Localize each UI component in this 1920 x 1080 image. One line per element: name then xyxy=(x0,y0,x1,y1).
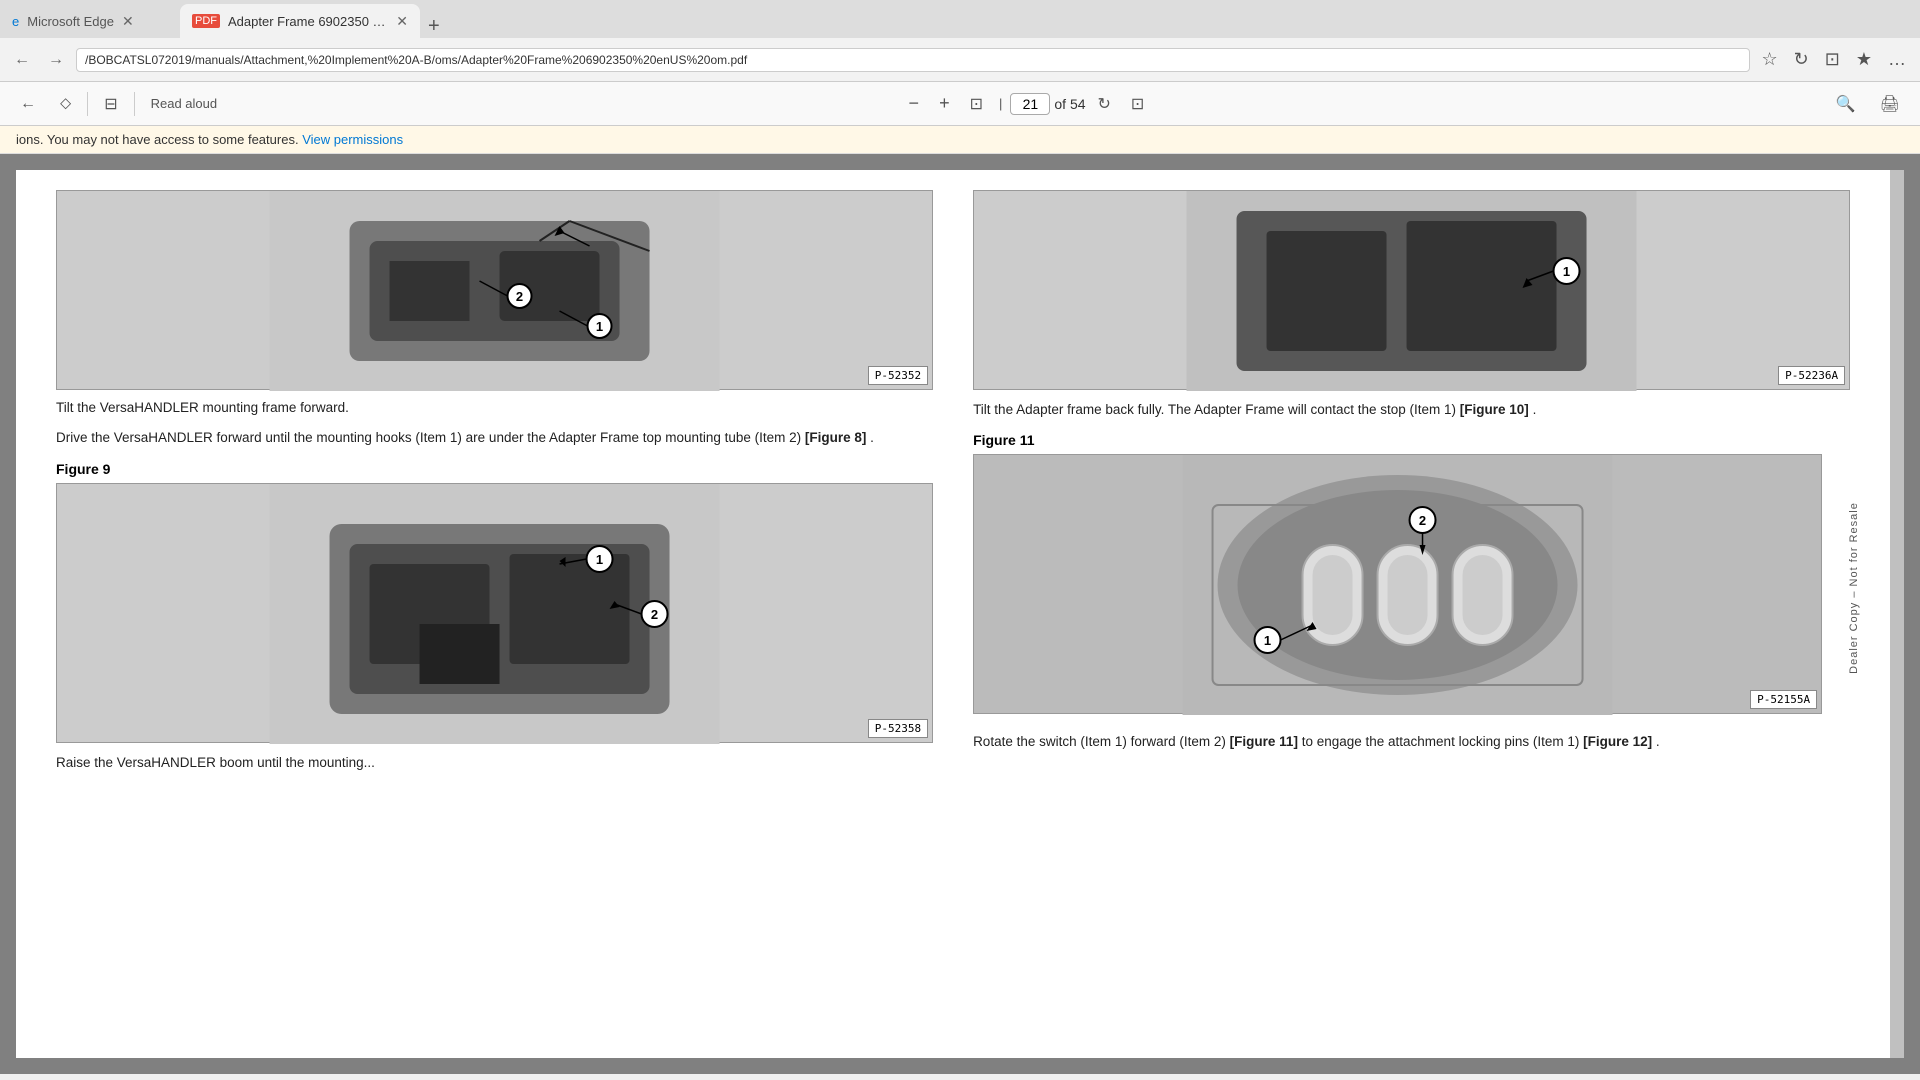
svg-text:1: 1 xyxy=(1264,633,1271,648)
address-input[interactable] xyxy=(76,48,1750,72)
pdf-toolbar: ← ⬦ ⊟ Read aloud − + ⊡ | of 54 ↻ ⊡ 🔍 🖨 xyxy=(0,82,1920,126)
tab-edge[interactable]: e Microsoft Edge ✕ xyxy=(0,4,180,38)
svg-text:1: 1 xyxy=(596,319,603,334)
split-view-button[interactable]: ⊡ xyxy=(1819,45,1846,74)
read-aloud-button[interactable]: Read aloud xyxy=(143,92,226,115)
figure-9-container: 1 2 P-52358 xyxy=(56,483,933,743)
permission-bar: ions. You may not have access to some fe… xyxy=(0,126,1920,154)
page-total: of 54 xyxy=(1054,96,1085,112)
browser-toolbar-icons: ☆ ↻ ⊡ ★ … xyxy=(1756,45,1912,74)
tab-close-edge[interactable]: ✕ xyxy=(122,13,134,30)
page-decrease-button[interactable]: − xyxy=(901,91,928,116)
vertical-scrollbar[interactable] xyxy=(1890,170,1904,1058)
page-increase-button[interactable]: + xyxy=(931,91,958,116)
tab-pdf[interactable]: PDF Adapter Frame 6902350 enUS or... ✕ xyxy=(180,4,420,38)
pdf-toolbar-separator2 xyxy=(134,92,135,116)
pdf-back-button[interactable]: ← xyxy=(12,91,44,117)
rotate-button[interactable]: ↻ xyxy=(1090,90,1119,118)
figure-11-image: 1 2 xyxy=(973,454,1822,714)
page-number-input[interactable] xyxy=(1010,93,1050,115)
svg-text:2: 2 xyxy=(651,607,658,622)
more-button[interactable]: … xyxy=(1882,45,1912,74)
figure-8-image: 1 2 P-52352 xyxy=(56,190,933,390)
figure-10-image: 1 P-52236A xyxy=(973,190,1850,390)
para-drive-versahandler: Drive the VersaHANDLER forward until the… xyxy=(56,428,933,448)
tab-favicon-edge: e xyxy=(12,14,19,29)
figure-8-label: P-52352 xyxy=(868,366,928,385)
figure-8-container: 1 2 P-52352 xyxy=(56,190,933,390)
figure-11-label: P-52155A xyxy=(1750,690,1817,709)
search-button[interactable]: 🔍 xyxy=(1828,90,1864,118)
page-navigation: − + ⊡ | of 54 ↻ ⊡ xyxy=(901,90,1153,118)
pdf-page: 1 2 P-52352 xyxy=(16,170,1904,1058)
pdf-content-area: 1 2 P-52352 xyxy=(0,154,1920,1074)
figure-9-caption: Figure 9 xyxy=(56,461,933,477)
view-permissions-link[interactable]: View permissions xyxy=(302,132,403,147)
browser-window: e Microsoft Edge ✕ PDF Adapter Frame 690… xyxy=(0,0,1920,1074)
figure-8-svg: 1 2 xyxy=(57,191,932,391)
permission-message: ions. You may not have access to some fe… xyxy=(16,132,299,147)
collections-button[interactable]: ★ xyxy=(1850,45,1878,74)
svg-text:1: 1 xyxy=(1563,264,1570,279)
para-tilt-adapter: Tilt the Adapter frame back fully. The A… xyxy=(973,400,1850,420)
figure-11-wrapper: 1 2 xyxy=(973,454,1850,722)
figure-11-svg: 1 2 xyxy=(974,455,1821,715)
new-tab-button[interactable]: + xyxy=(420,15,448,38)
pdf-two-columns: 1 2 P-52352 xyxy=(16,170,1890,1058)
figure-11-container: 1 2 xyxy=(973,454,1822,714)
print-button[interactable]: 🖨 xyxy=(1872,90,1908,118)
figure-9-label: P-52358 xyxy=(868,719,928,738)
figure-10-svg: 1 xyxy=(974,191,1849,391)
figure-9-svg: 1 2 xyxy=(57,484,932,744)
pdf-right-column: 1 P-52236A Tilt the Adapter frame back f… xyxy=(973,190,1850,1038)
svg-text:2: 2 xyxy=(1419,513,1426,528)
svg-text:1: 1 xyxy=(596,552,603,567)
print-icon-button[interactable]: ⊡ xyxy=(1123,90,1152,118)
favorites-star-button[interactable]: ☆ xyxy=(1756,45,1784,74)
figure-11-caption: Figure 11 xyxy=(973,432,1850,448)
refresh-button[interactable]: ↻ xyxy=(1788,45,1815,74)
tab-label-edge: Microsoft Edge xyxy=(27,14,114,29)
figure-10-label: P-52236A xyxy=(1778,366,1845,385)
figure-10-container: 1 P-52236A xyxy=(973,190,1850,390)
pdf-left-column: 1 2 P-52352 xyxy=(56,190,933,1038)
tab-favicon-pdf: PDF xyxy=(192,14,220,28)
tab-label-pdf: Adapter Frame 6902350 enUS or... xyxy=(228,14,388,29)
tab-bar: e Microsoft Edge ✕ PDF Adapter Frame 690… xyxy=(0,0,1920,38)
fit-page-button[interactable]: ⊡ xyxy=(962,90,991,118)
para-rotate-switch: Rotate the switch (Item 1) forward (Item… xyxy=(973,732,1850,752)
tab-close-pdf[interactable]: ✕ xyxy=(396,13,408,30)
pdf-layout-button[interactable]: ⊟ xyxy=(96,90,125,118)
para-tilt-versahandler: Tilt the VersaHANDLER mounting frame for… xyxy=(56,398,933,418)
forward-button[interactable]: → xyxy=(42,47,70,73)
dealer-copy-watermark: Dealer Copy – Not for Resale xyxy=(1848,502,1860,674)
para-raise-versahandler: Raise the VersaHANDLER boom until the mo… xyxy=(56,753,933,773)
figure-9-image: 1 2 P-52358 xyxy=(56,483,933,743)
pdf-bookmark-button[interactable]: ⬦ xyxy=(52,91,79,117)
svg-text:2: 2 xyxy=(516,289,523,304)
back-button[interactable]: ← xyxy=(8,47,36,73)
pdf-toolbar-separator1 xyxy=(87,92,88,116)
watermark-container: Dealer Copy – Not for Resale xyxy=(1822,454,1850,722)
address-bar: ← → ☆ ↻ ⊡ ★ … xyxy=(0,38,1920,82)
